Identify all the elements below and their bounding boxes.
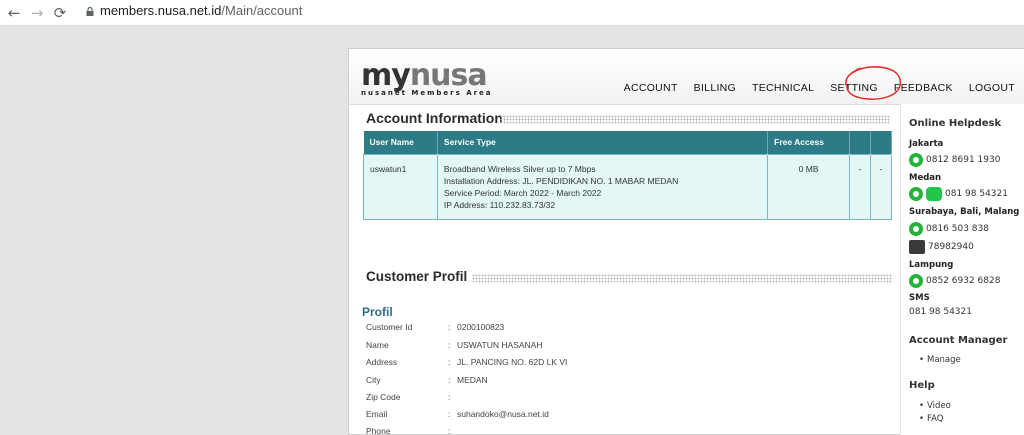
logo-subtitle: nusanet Members Area: [361, 89, 493, 97]
table-header-row: User Name Service Type Free Access: [363, 131, 893, 154]
lampung-phone: 0852 6932 6828: [926, 276, 1001, 286]
profile-value: suhandoko@nusa.net.id: [457, 409, 549, 419]
nav-account[interactable]: ACCOUNT: [624, 82, 678, 94]
profile-label: Zip Code: [366, 392, 401, 402]
cell-free-access: 0 MB: [767, 153, 851, 220]
profile-row: Address: JL. PANCING NO. 62D LK VI: [366, 357, 567, 367]
page-header: mynusa nusanet Members Area ACCOUNT BILL…: [349, 49, 1024, 105]
cell-extra-2: -: [869, 153, 893, 220]
city-medan: Medan: [909, 173, 942, 183]
address-bar[interactable]: members.nusa.net.id/Main/account: [100, 3, 302, 18]
sms-phone: 081 98 54321: [909, 307, 972, 317]
profile-row: City: MEDAN: [366, 375, 488, 385]
profile-label: Customer Id: [366, 322, 413, 332]
surabaya-contact: 0816 503 838: [909, 222, 989, 236]
profile-value: USWATUN HASANAH: [457, 340, 543, 350]
cell-username: uswatun1: [363, 153, 438, 220]
help-title: Help: [909, 380, 935, 391]
profile-label: Phone: [366, 426, 391, 435]
city-surabaya: Surabaya, Bali, Malang: [909, 207, 1020, 217]
profile-row: Name: USWATUN HASANAH: [366, 340, 542, 350]
nav-billing[interactable]: BILLING: [694, 82, 736, 94]
profile-label: Name: [366, 340, 389, 350]
forward-arrow-icon[interactable]: →: [27, 3, 47, 23]
whatsapp-icon: [909, 153, 923, 167]
customer-profil-title: Customer Profil: [366, 269, 468, 284]
cell-service: Broadband Wireless Silver up to 7 Mbps I…: [436, 153, 769, 220]
profile-label: City: [366, 375, 381, 385]
sms-contact: 081 98 54321: [909, 307, 972, 317]
surabaya-phone: 0816 503 838: [926, 224, 989, 234]
account-table: User Name Service Type Free Access uswat…: [363, 131, 893, 220]
faq-link[interactable]: FAQ: [919, 414, 944, 424]
url-path: /Main/account: [221, 3, 303, 18]
col-username: User Name: [363, 131, 438, 154]
profile-sep: :: [448, 409, 451, 419]
profile-label: Email: [366, 409, 388, 419]
account-info-title: Account Information: [366, 110, 503, 126]
browser-toolbar: ← → ⟳ members.nusa.net.id/Main/account: [0, 0, 1024, 26]
table-row: uswatun1 Broadband Wireless Silver up to…: [363, 153, 893, 220]
reload-icon[interactable]: ⟳: [50, 3, 70, 23]
cell-extra-1: -: [849, 153, 871, 220]
nav-logout[interactable]: LOGOUT: [969, 82, 1015, 94]
profile-row: Email: suhandoko@nusa.net.id: [366, 409, 549, 419]
medan-phone: 081 98 54321: [945, 189, 1008, 199]
profile-sep: :: [448, 426, 451, 435]
video-link[interactable]: Video: [919, 401, 951, 411]
jakarta-phone: 0812 8691 1930: [926, 155, 1001, 165]
logo-my: my: [361, 58, 411, 93]
bbm-icon: [909, 240, 925, 254]
sms-label: SMS: [909, 293, 930, 303]
city-jakarta: Jakarta: [909, 139, 944, 149]
helpdesk-title: Online Helpdesk: [909, 118, 1002, 129]
profile-sep: :: [448, 375, 451, 385]
profile-sep: :: [448, 357, 451, 367]
col-service-type: Service Type: [437, 131, 769, 154]
back-arrow-icon[interactable]: ←: [4, 3, 24, 23]
nav-technical[interactable]: TECHNICAL: [752, 82, 814, 94]
city-lampung: Lampung: [909, 260, 954, 270]
lampung-contact: 0852 6932 6828: [909, 274, 1000, 288]
jakarta-contact: 0812 8691 1930: [909, 153, 1000, 167]
profile-sep: :: [448, 322, 451, 332]
profile-value: MEDAN: [457, 375, 488, 385]
whatsapp-icon: [909, 187, 923, 201]
profile-sep: :: [448, 340, 451, 350]
profile-row: Phone:: [366, 426, 457, 435]
profile-row: Customer Id:0200100823: [366, 322, 504, 332]
profile-label: Address: [366, 357, 398, 367]
lock-icon: [86, 7, 94, 16]
col-free-access: Free Access: [767, 131, 851, 154]
surabaya-bbm: 78982940: [928, 242, 974, 252]
col-extra-1: [849, 131, 871, 154]
service-line: Installation Address: JL. PENDIDIKAN NO.…: [443, 175, 679, 186]
whatsapp-icon: [909, 274, 923, 288]
surabaya-bbm-contact: 78982940: [909, 240, 974, 254]
url-host: members.nusa.net.id: [100, 3, 222, 18]
profile-sep: :: [448, 392, 451, 402]
medan-contact: 081 98 54321: [909, 187, 1008, 201]
title-dots: [472, 274, 892, 283]
profile-value: 0200100823: [457, 322, 505, 332]
whatsapp-icon: [909, 222, 923, 236]
profile-value: JL. PANCING NO. 62D LK VI: [457, 357, 568, 367]
sidebar: Online Helpdesk Jakarta 0812 8691 1930 M…: [900, 104, 1024, 435]
service-line: IP Address: 110.232.83.73/32: [443, 199, 556, 210]
line-app-icon: [926, 187, 942, 201]
main-nav: ACCOUNT BILLING TECHNICAL SETTING FEEDBA…: [624, 82, 1015, 94]
mynusa-logo[interactable]: mynusa: [361, 58, 488, 93]
profile-row: Zip Code:: [366, 392, 457, 402]
profil-heading: Profil: [362, 305, 393, 319]
logo-nusa: nusa: [409, 58, 488, 93]
account-manager-title: Account Manager: [909, 335, 1008, 346]
service-line: Broadband Wireless Silver up to 7 Mbps: [443, 163, 596, 174]
red-circle-annotation: [845, 66, 901, 100]
col-extra-2: [870, 131, 893, 154]
service-line: Service Period: March 2022 - March 2022: [443, 187, 602, 198]
title-dots: [500, 115, 890, 124]
manage-link[interactable]: Manage: [919, 355, 961, 365]
